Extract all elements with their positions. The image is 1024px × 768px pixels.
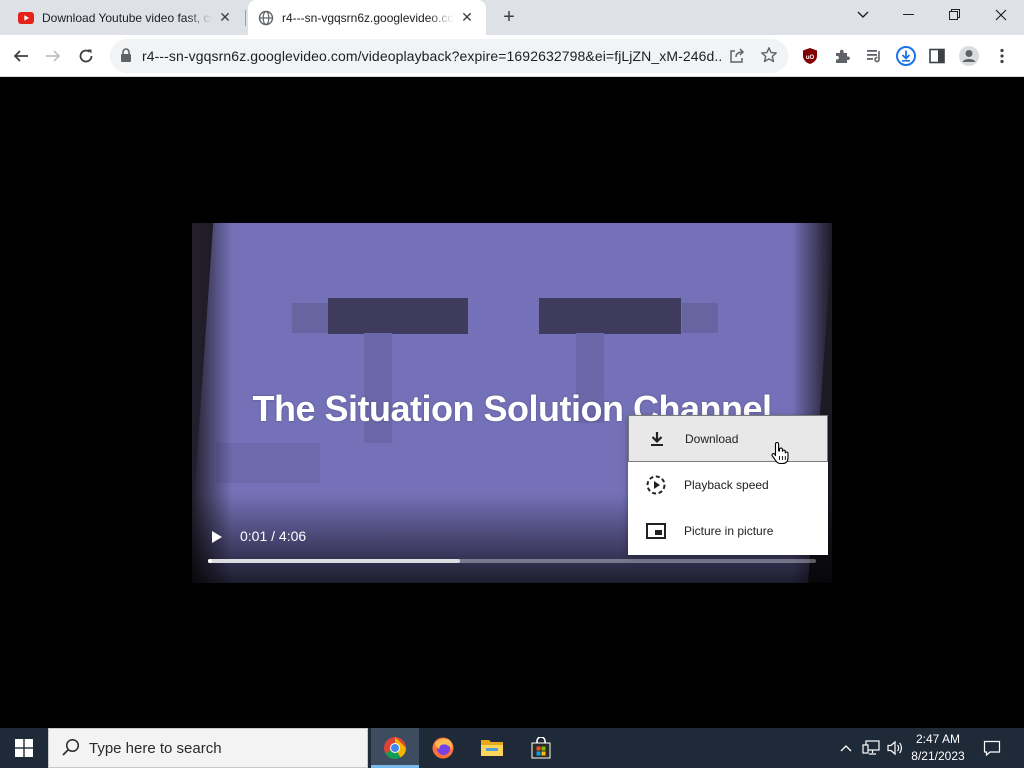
chrome-menu-kebab-icon[interactable]	[987, 41, 1017, 71]
store-icon[interactable]	[517, 728, 565, 768]
forward-button[interactable]	[38, 41, 68, 71]
back-button[interactable]	[6, 41, 36, 71]
menu-item-label: Playback speed	[684, 478, 769, 492]
bookmark-star-icon[interactable]	[760, 46, 778, 67]
menu-item-label: Picture in picture	[684, 524, 774, 538]
seek-bar[interactable]	[208, 559, 816, 563]
system-clock[interactable]: 2:47 AM 8/21/2023	[906, 731, 970, 765]
network-icon[interactable]	[860, 728, 882, 768]
reload-button[interactable]	[71, 41, 101, 71]
minimize-button[interactable]	[886, 0, 932, 30]
page-content: The Situation Solution Channel 0:01 / 4:…	[0, 77, 1024, 728]
tab-title: Download Youtube video fast, co	[42, 10, 212, 25]
menu-item-picture-in-picture[interactable]: Picture in picture	[628, 508, 828, 554]
browser-toolbar: r4---sn-vgqsrn6z.googlevideo.com/videopl…	[0, 35, 1024, 77]
tab-separator	[245, 10, 246, 26]
video-frame-block	[292, 303, 328, 333]
profile-avatar-icon[interactable]	[954, 41, 984, 71]
close-tab-icon[interactable]: ✕	[458, 9, 476, 27]
clock-date: 8/21/2023	[911, 749, 965, 763]
tab-googlevideo[interactable]: r4---sn-vgqsrn6z.googlevideo.cc ✕	[248, 0, 486, 35]
video-frame-block	[539, 298, 681, 334]
address-bar[interactable]: r4---sn-vgqsrn6z.googlevideo.com/videopl…	[110, 39, 788, 73]
time-display: 0:01 / 4:06	[240, 528, 307, 544]
show-hidden-icons-chevron-icon[interactable]	[836, 728, 856, 768]
menu-item-label: Download	[685, 431, 739, 446]
new-tab-button[interactable]: +	[497, 6, 521, 30]
media-controls-icon[interactable]	[859, 41, 889, 71]
ublock-origin-icon[interactable]: uO	[795, 41, 825, 71]
globe-icon	[258, 10, 274, 26]
clock-time: 2:47 AM	[915, 732, 961, 746]
file-explorer-icon[interactable]	[468, 728, 516, 768]
chrome-icon[interactable]	[371, 728, 419, 768]
notifications-icon[interactable]	[978, 728, 1006, 768]
tab-youtube-downloader[interactable]: Download Youtube video fast, co ✕	[8, 0, 244, 35]
search-placeholder: Type here to search	[89, 739, 222, 757]
menu-item-playback-speed[interactable]: Playback speed	[628, 462, 828, 508]
downloads-icon[interactable]	[891, 41, 921, 71]
picture-in-picture-icon	[645, 520, 667, 542]
hand-cursor-icon	[770, 441, 790, 468]
tab-title: r4---sn-vgqsrn6z.googlevideo.cc	[282, 10, 454, 25]
close-tab-icon[interactable]: ✕	[216, 9, 234, 27]
buffered-range	[208, 559, 461, 563]
tab-strip: Download Youtube video fast, co ✕ r4---s…	[0, 0, 1024, 35]
extensions-puzzle-icon[interactable]	[827, 41, 857, 71]
lock-icon[interactable]	[120, 48, 132, 66]
firefox-icon[interactable]	[419, 728, 467, 768]
volume-icon[interactable]	[884, 728, 906, 768]
youtube-icon	[18, 10, 34, 26]
playback-speed-icon	[645, 474, 667, 496]
windows-start-icon[interactable]	[0, 728, 48, 768]
windows-taskbar: Type here to search 2:47 AM 8/21/2023	[0, 728, 1024, 768]
close-window-button[interactable]	[978, 0, 1024, 30]
search-icon	[61, 737, 81, 760]
share-icon[interactable]	[728, 47, 746, 68]
video-frame-block	[682, 303, 718, 333]
menu-item-download[interactable]: Download	[628, 415, 828, 462]
side-panel-icon[interactable]	[922, 41, 952, 71]
tab-search-chevron-icon[interactable]	[840, 0, 886, 30]
url-text[interactable]: r4---sn-vgqsrn6z.googlevideo.com/videopl…	[142, 48, 722, 64]
play-icon[interactable]	[210, 529, 224, 545]
svg-text:uO: uO	[806, 55, 815, 61]
video-frame-block	[328, 298, 468, 334]
restore-button[interactable]	[932, 0, 978, 30]
video-overflow-menu: Download Playback speed Picture in pictu…	[628, 415, 828, 555]
taskbar-search-box[interactable]: Type here to search	[48, 728, 368, 768]
download-icon	[646, 428, 668, 450]
played-range	[208, 559, 212, 563]
